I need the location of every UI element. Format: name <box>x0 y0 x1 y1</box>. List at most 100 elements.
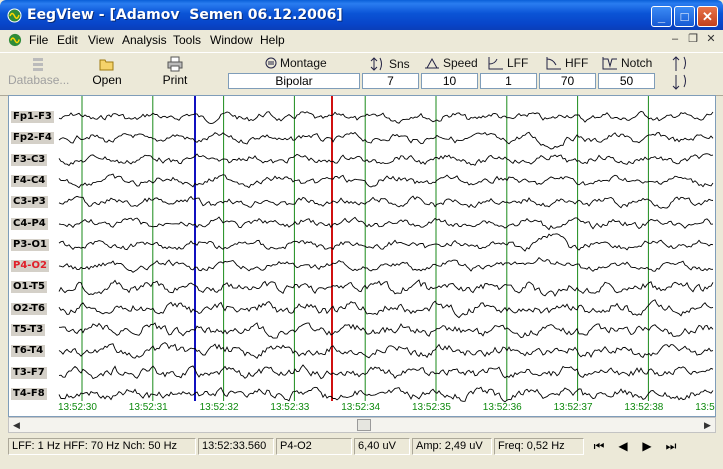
time-label: 13:52:30 <box>58 402 97 413</box>
channel-label[interactable]: P4-O2 <box>11 260 49 273</box>
print-label: Print <box>162 73 188 87</box>
eeg-trace <box>58 216 714 231</box>
sns-field[interactable]: 7 <box>362 73 419 89</box>
eeg-display[interactable]: 13:52:30 13:52:31 13:52:32 13:52:33 13:52:34… <box>8 95 716 417</box>
eeg-trace <box>58 173 714 189</box>
scroll-right-icon[interactable]: ▶ <box>700 418 715 432</box>
lff-header: LFF <box>488 56 528 70</box>
maximize-button[interactable]: □ <box>674 6 695 27</box>
channel-label[interactable]: T5-T3 <box>11 324 46 336</box>
menu-file[interactable]: File <box>29 33 48 47</box>
notch-field[interactable]: 50 <box>598 73 655 89</box>
first-page-icon[interactable]: ⏮ <box>592 439 606 453</box>
database-icon <box>33 58 43 71</box>
app-menu-icon[interactable] <box>8 33 22 47</box>
notch-header: Notch <box>602 56 652 70</box>
channel-label[interactable]: Fp2-F4 <box>11 132 54 145</box>
menu-window[interactable]: Window <box>210 33 253 47</box>
lff-label: LFF <box>507 56 529 70</box>
minimize-button[interactable]: _ <box>651 6 672 27</box>
printer-icon <box>167 56 183 72</box>
database-button[interactable]: Database... <box>8 56 70 87</box>
eeg-trace <box>58 342 714 360</box>
channel-label[interactable]: P3-O1 <box>11 238 49 251</box>
scroll-left-icon[interactable]: ◀ <box>9 418 24 432</box>
print-button[interactable]: Print <box>158 56 192 87</box>
eeg-trace <box>58 364 714 380</box>
channel-label[interactable]: C3-P3 <box>11 196 48 209</box>
toolbar: Database... Open Print Montage Bipolar S… <box>0 52 723 96</box>
speed-icon <box>425 57 439 69</box>
mdi-close-button[interactable]: ✕ <box>703 32 719 46</box>
title-bar[interactable]: EegView - [Adamov Semen 06.12.2006] _ □ … <box>0 0 723 30</box>
status-scale: 6,40 uV <box>354 438 410 455</box>
eeg-trace <box>58 386 714 403</box>
time-label: 13:52:36 <box>482 402 522 413</box>
time-label: 13:52:35 <box>412 402 451 413</box>
scale-arrows-icon[interactable] <box>670 55 690 91</box>
speed-label: Speed <box>443 56 478 70</box>
eeg-traces[interactable] <box>9 96 715 416</box>
montage-header: Montage <box>265 56 327 70</box>
notch-icon <box>602 57 617 70</box>
time-label: 13:52:37 <box>553 402 593 413</box>
eeg-trace <box>59 322 714 339</box>
menu-help[interactable]: Help <box>260 33 285 47</box>
eeg-trace <box>58 299 714 319</box>
menu-bar: File Edit View Analysis Tools Window Hel… <box>0 30 723 50</box>
channel-label[interactable]: O2-T6 <box>11 302 47 315</box>
scroll-thumb[interactable] <box>357 419 371 431</box>
last-page-icon[interactable]: ⏭ <box>664 439 678 453</box>
notch-label: Notch <box>621 56 653 70</box>
horizontal-scrollbar[interactable]: ◀ ▶ <box>8 417 716 433</box>
next-page-icon[interactable]: ▶ <box>640 439 654 453</box>
channel-label[interactable]: F4-C4 <box>11 174 48 187</box>
speed-header: Speed <box>424 56 478 70</box>
eeg-trace <box>58 279 714 297</box>
menu-edit[interactable]: Edit <box>57 33 78 47</box>
hff-label: HFF <box>565 56 589 70</box>
channel-label[interactable]: T3-F7 <box>11 366 47 379</box>
mdi-restore-button[interactable]: ❐ <box>685 32 701 46</box>
time-label: 13:52:34 <box>341 402 381 413</box>
speed-field[interactable]: 10 <box>421 73 478 89</box>
sensitivity-icon <box>370 57 382 71</box>
eeg-trace <box>58 153 714 167</box>
open-button[interactable]: Open <box>90 56 124 87</box>
window-title: EegView - [Adamov Semen 06.12.2006] <box>27 7 343 23</box>
eeg-trace <box>58 233 714 252</box>
menu-analysis[interactable]: Analysis <box>122 33 167 47</box>
channel-label[interactable]: T4-F8 <box>11 387 47 400</box>
time-label: 13:52:33 <box>270 402 310 413</box>
lff-icon <box>488 57 503 70</box>
eeg-trace <box>58 256 713 273</box>
database-label: Database... <box>8 73 70 87</box>
navigation-controls: ⏮ ◀ ▶ ⏭ <box>592 439 678 453</box>
eeg-trace <box>58 110 714 125</box>
eeg-trace <box>58 195 714 209</box>
close-button[interactable]: ✕ <box>697 6 718 27</box>
hff-field[interactable]: 70 <box>539 73 596 89</box>
channel-label[interactable]: C4-P4 <box>11 217 48 230</box>
status-bar: LFF: 1 Hz HFF: 70 Hz Nch: 50 Hz 13:52:33… <box>8 436 716 456</box>
time-label: 13:52:31 <box>128 402 168 413</box>
sns-label: Sns <box>389 57 410 71</box>
montage-label: Montage <box>280 56 327 70</box>
time-label: 13:52:38 <box>624 402 664 413</box>
mdi-controls: – ❐ ✕ <box>667 32 719 46</box>
menu-tools[interactable]: Tools <box>173 33 201 47</box>
channel-label[interactable]: O1-T5 <box>11 281 47 294</box>
mdi-minimize-button[interactable]: – <box>667 32 683 46</box>
montage-icon <box>265 57 277 69</box>
channel-label[interactable]: T6-T4 <box>11 345 46 358</box>
lff-field[interactable]: 1 <box>480 73 537 89</box>
channel-label[interactable]: F3-C3 <box>11 153 48 166</box>
status-time: 13:52:33.560 <box>198 438 274 455</box>
app-icon <box>7 8 22 23</box>
channel-label[interactable]: Fp1-F3 <box>11 111 54 123</box>
menu-view[interactable]: View <box>88 33 114 47</box>
montage-field[interactable]: Bipolar <box>228 73 360 89</box>
prev-page-icon[interactable]: ◀ <box>616 439 630 453</box>
hff-icon <box>546 57 561 70</box>
status-amp: Amp: 2,49 uV <box>412 438 492 455</box>
